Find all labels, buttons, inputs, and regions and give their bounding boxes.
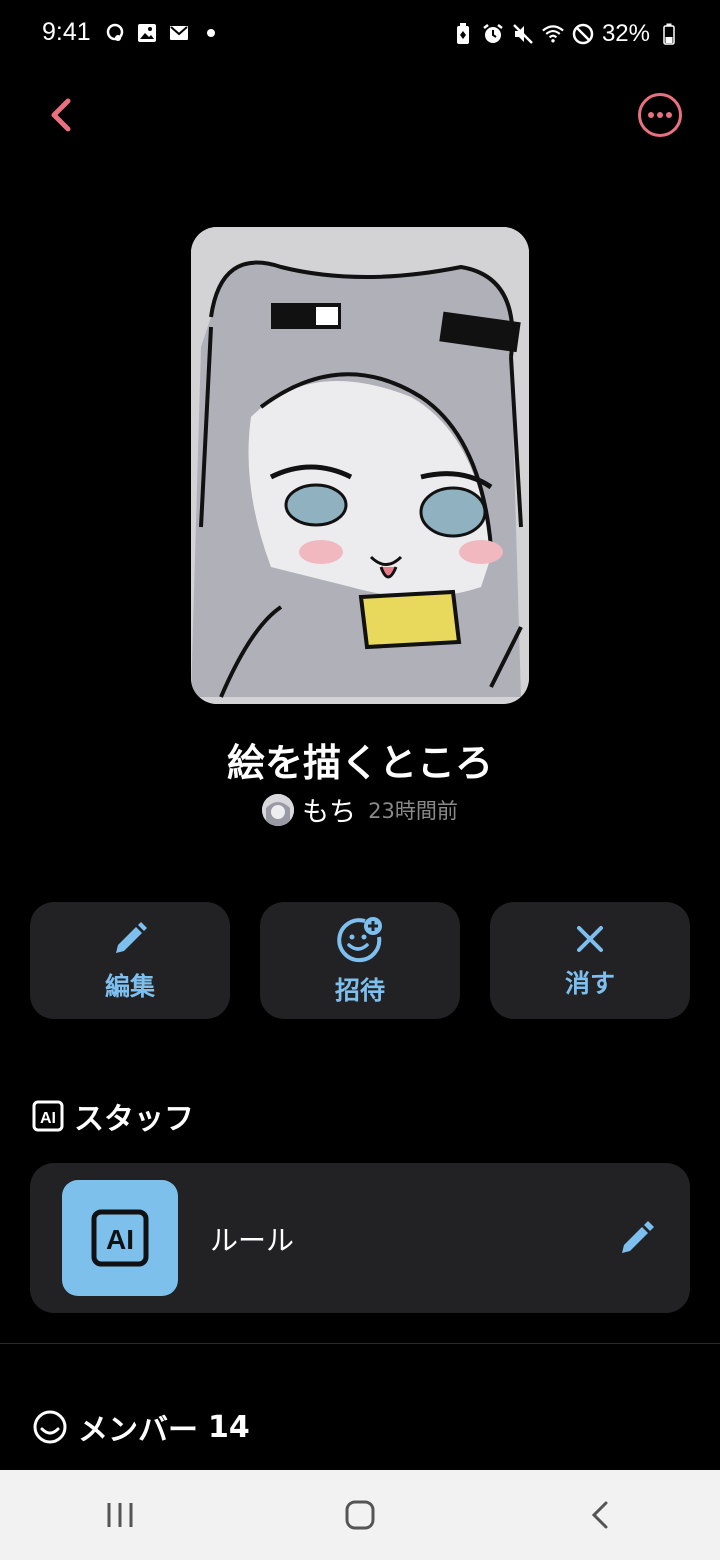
ai-badge-text: AI xyxy=(106,1224,134,1255)
back-button[interactable] xyxy=(38,92,84,138)
room-meta: もち 23時間前 xyxy=(0,790,720,829)
nav-back-button[interactable] xyxy=(560,1485,640,1545)
more-button[interactable] xyxy=(638,93,682,137)
invite-button[interactable]: 招待 xyxy=(260,902,460,1019)
battery-icon xyxy=(658,23,680,45)
section-divider xyxy=(0,1343,720,1344)
members-count: 14 xyxy=(208,1409,250,1445)
alarm-icon xyxy=(482,23,504,45)
status-left-icons xyxy=(104,22,222,44)
recents-icon xyxy=(107,1503,133,1527)
delete-label: 消す xyxy=(564,968,615,998)
back-icon xyxy=(591,1501,608,1529)
more-icon xyxy=(648,112,672,118)
edit-staff-pencil-icon[interactable] xyxy=(618,1217,658,1257)
system-nav-bar xyxy=(0,1470,720,1560)
invite-icon xyxy=(337,916,382,962)
status-right-icons: 32% xyxy=(452,20,680,48)
home-icon xyxy=(345,1500,375,1530)
room-title: 絵を描くところ xyxy=(226,741,493,785)
edit-label: 編集 xyxy=(104,971,155,1001)
members-section-header: メンバー 14 xyxy=(32,1405,250,1449)
members-section-title: メンバー xyxy=(78,1413,198,1448)
recents-button[interactable] xyxy=(80,1485,160,1545)
smile-icon xyxy=(33,1410,67,1444)
invite-label: 招待 xyxy=(334,975,385,1005)
room-cover-image xyxy=(191,227,529,704)
ai-icon: AI xyxy=(32,1100,64,1132)
staff-item[interactable]: AI ルール xyxy=(30,1163,690,1313)
staff-section-title: スタッフ xyxy=(74,1102,194,1137)
assistant-icon xyxy=(104,22,126,44)
delete-button[interactable]: 消す xyxy=(490,902,690,1019)
home-button[interactable] xyxy=(320,1485,400,1545)
battery-saver-icon xyxy=(452,23,474,45)
battery-percent: 32% xyxy=(601,20,650,47)
posted-time: 23時間前 xyxy=(368,798,458,823)
mail-icon xyxy=(168,22,190,44)
image-icon xyxy=(136,22,158,44)
edit-button[interactable]: 編集 xyxy=(30,902,230,1019)
staff-item-name: ルール xyxy=(210,1224,295,1257)
dnd-icon xyxy=(572,23,594,45)
wifi-icon xyxy=(542,23,564,45)
close-icon xyxy=(577,925,603,952)
dot-icon xyxy=(200,22,222,44)
chevron-left-icon xyxy=(51,98,71,132)
mute-icon xyxy=(512,23,534,45)
pencil-icon xyxy=(116,921,147,953)
ai-badge-icon: AI xyxy=(62,1180,178,1296)
staff-section-header: AI スタッフ xyxy=(32,1094,194,1138)
svg-text:AI: AI xyxy=(40,1110,56,1127)
status-time: 9:41 xyxy=(42,18,91,46)
author-name[interactable]: もち xyxy=(302,790,356,829)
avatar[interactable] xyxy=(262,793,295,826)
